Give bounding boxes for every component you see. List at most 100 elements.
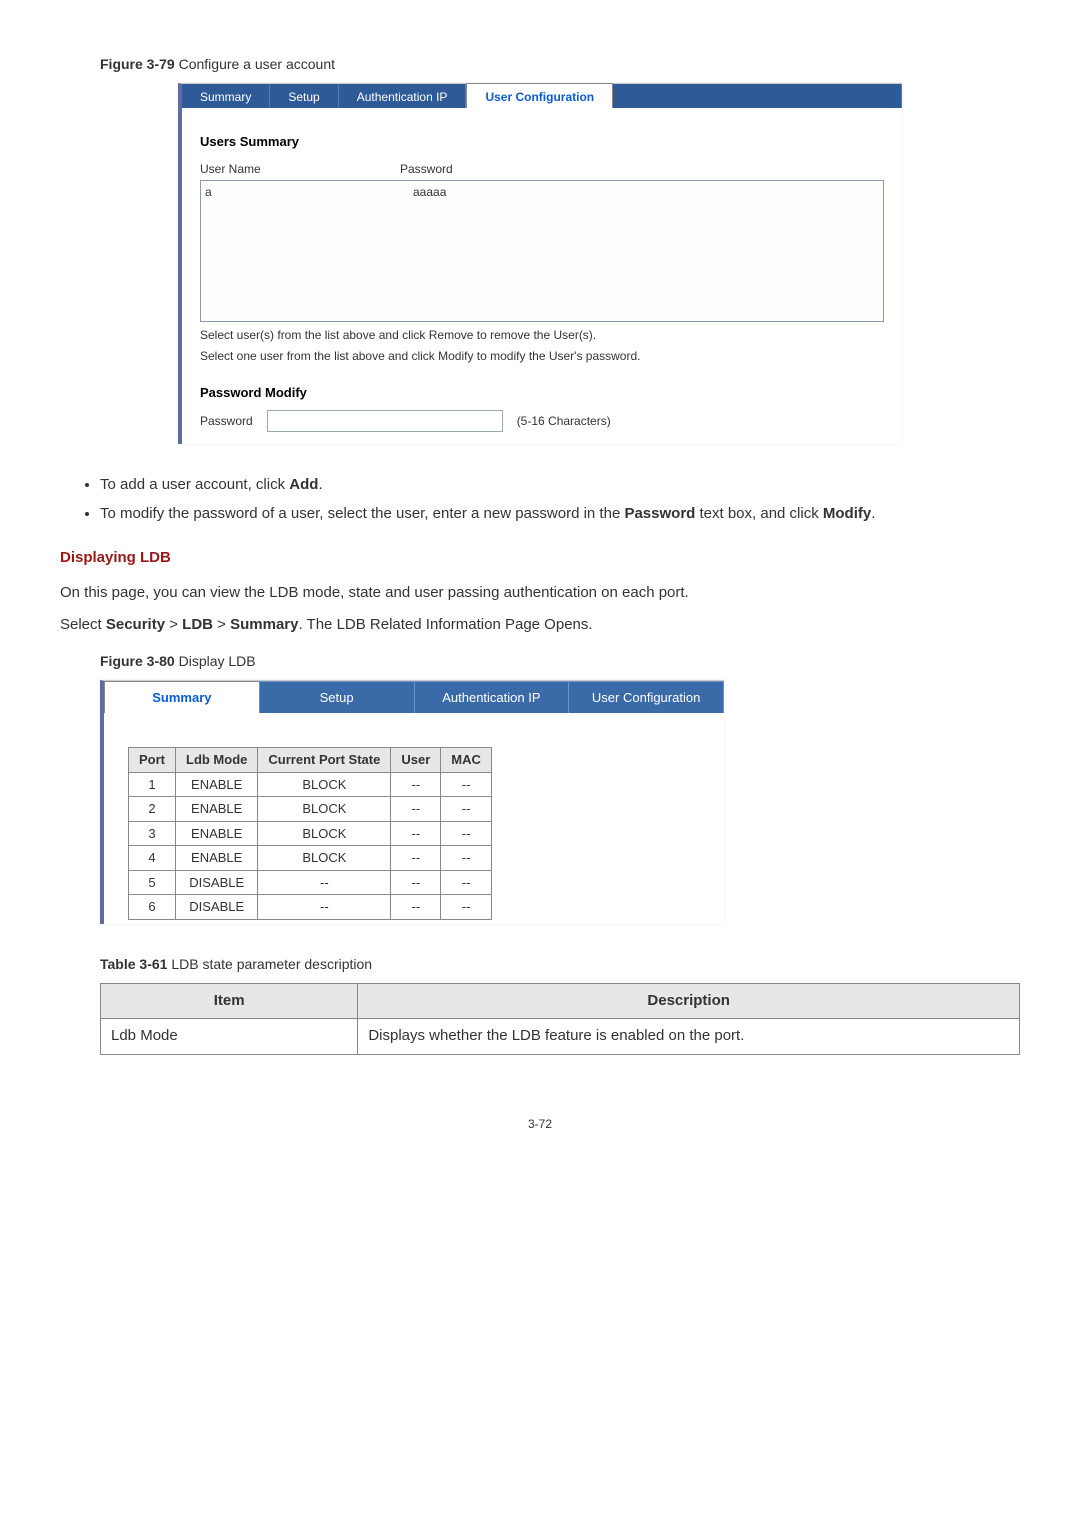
ldb-cell-user: -- xyxy=(391,821,441,846)
p2-pre: Select xyxy=(60,616,106,633)
password-input[interactable] xyxy=(267,410,503,432)
ldb-table: Port Ldb Mode Current Port State User MA… xyxy=(128,747,492,920)
tab-authentication-ip[interactable]: Authentication IP xyxy=(339,84,467,108)
b1-pre: To add a user account, click xyxy=(100,476,289,493)
ldb-cell-user: -- xyxy=(391,772,441,797)
ldb-cell-state: BLOCK xyxy=(258,821,391,846)
ldb-nav: Select Security > LDB > Summary. The LDB… xyxy=(60,614,1020,637)
figure80-label: Figure 3-80 xyxy=(100,653,175,669)
table61: Item Description Ldb Mode Displays wheth… xyxy=(100,983,1020,1055)
ldb-cell-port: 2 xyxy=(129,797,176,822)
tab-summary[interactable]: Summary xyxy=(182,84,270,108)
td-item: Ldb Mode xyxy=(101,1019,358,1055)
user-row-name[interactable]: a xyxy=(201,181,409,321)
hint-modify: Select one user from the list above and … xyxy=(200,349,884,365)
b1-post: . xyxy=(318,476,322,493)
ldb-cell-port: 4 xyxy=(129,846,176,871)
table61-row-ldb-mode: Ldb Mode Displays whether the LDB featur… xyxy=(101,1019,1020,1055)
password-label: Password xyxy=(200,412,253,430)
tab2-summary[interactable]: Summary xyxy=(104,681,260,714)
ldb-cell-mode: ENABLE xyxy=(176,797,258,822)
tabbar-filler xyxy=(613,84,902,108)
b1-bold: Add xyxy=(289,476,318,493)
ldb-cell-mac: -- xyxy=(441,797,492,822)
instruction-list: To add a user account, click Add. To mod… xyxy=(100,474,1020,525)
b2-mid: text box, and click xyxy=(695,505,823,522)
ldb-cell-mac: -- xyxy=(441,772,492,797)
table61-caption: LDB state parameter description xyxy=(171,956,372,972)
bullet-modify: To modify the password of a user, select… xyxy=(100,503,1020,526)
col-password: Password xyxy=(400,160,884,178)
ldb-cell-state: BLOCK xyxy=(258,797,391,822)
ldb-cell-user: -- xyxy=(391,797,441,822)
tab2-user-configuration[interactable]: User Configuration xyxy=(569,681,724,714)
ldb-header-row: Port Ldb Mode Current Port State User MA… xyxy=(129,748,492,773)
ldb-cell-port: 1 xyxy=(129,772,176,797)
tab2-authentication-ip[interactable]: Authentication IP xyxy=(415,681,570,714)
user-row-pass: aaaaa xyxy=(409,181,883,321)
ldb-cell-state: -- xyxy=(258,870,391,895)
ldb-cell-port: 5 xyxy=(129,870,176,895)
p2-post: . The LDB Related Information Page Opens… xyxy=(298,616,592,633)
ldb-cell-user: -- xyxy=(391,895,441,920)
td-desc: Displays whether the LDB feature is enab… xyxy=(358,1019,1020,1055)
p2-b3: Summary xyxy=(230,616,298,633)
tab-user-configuration[interactable]: User Configuration xyxy=(466,83,613,108)
page-number: 3-72 xyxy=(60,1115,1020,1133)
password-note: (5-16 Characters) xyxy=(517,412,611,430)
figure79-caption: Configure a user account xyxy=(179,56,335,72)
ldb-row: 4ENABLEBLOCK---- xyxy=(129,846,492,871)
p2-gt2: > xyxy=(213,616,230,633)
users-listbox[interactable]: a aaaaa xyxy=(200,180,884,322)
ldb-cell-user: -- xyxy=(391,870,441,895)
hint-remove: Select user(s) from the list above and c… xyxy=(200,328,884,344)
b2-bold2: Modify xyxy=(823,505,871,522)
col-user-name: User Name xyxy=(200,160,400,178)
users-summary-heading: Users Summary xyxy=(200,132,884,152)
ldb-cell-mode: ENABLE xyxy=(176,821,258,846)
b2-pre: To modify the password of a user, select… xyxy=(100,505,624,522)
ldb-cell-user: -- xyxy=(391,846,441,871)
ldb-cell-state: BLOCK xyxy=(258,772,391,797)
figure79-screenshot: Summary Setup Authentication IP User Con… xyxy=(178,83,902,444)
ldb-cell-mode: ENABLE xyxy=(176,772,258,797)
ldb-cell-mac: -- xyxy=(441,846,492,871)
th-description: Description xyxy=(358,983,1020,1019)
ldb-cell-mac: -- xyxy=(441,895,492,920)
tab2-setup[interactable]: Setup xyxy=(260,681,415,714)
tab-setup[interactable]: Setup xyxy=(270,84,338,108)
table61-label: Table 3-61 xyxy=(100,956,167,972)
ldb-cell-state: -- xyxy=(258,895,391,920)
users-table-header: User Name Password xyxy=(200,160,884,178)
password-modify-heading: Password Modify xyxy=(200,383,884,403)
h-ldb-mode: Ldb Mode xyxy=(176,748,258,773)
h-port: Port xyxy=(129,748,176,773)
b2-bold1: Password xyxy=(624,505,695,522)
figure80-title: Figure 3-80 Display LDB xyxy=(100,651,1020,672)
ldb-cell-mode: DISABLE xyxy=(176,870,258,895)
ldb-cell-port: 6 xyxy=(129,895,176,920)
figure80-screenshot: Summary Setup Authentication IP User Con… xyxy=(100,680,724,924)
section-heading-displaying-ldb: Displaying LDB xyxy=(60,547,1020,570)
figure80-tabbar: Summary Setup Authentication IP User Con… xyxy=(104,681,724,714)
figure79-tabbar: Summary Setup Authentication IP User Con… xyxy=(182,84,902,108)
h-current-port-state: Current Port State xyxy=(258,748,391,773)
ldb-row: 2ENABLEBLOCK---- xyxy=(129,797,492,822)
ldb-cell-port: 3 xyxy=(129,821,176,846)
figure79-title: Figure 3-79 Configure a user account xyxy=(100,54,1020,75)
ldb-cell-mode: ENABLE xyxy=(176,846,258,871)
ldb-row: 6DISABLE------ xyxy=(129,895,492,920)
ldb-cell-state: BLOCK xyxy=(258,846,391,871)
table61-title: Table 3-61 LDB state parameter descripti… xyxy=(100,954,1020,975)
p2-b1: Security xyxy=(106,616,165,633)
h-mac: MAC xyxy=(441,748,492,773)
p2-b2: LDB xyxy=(182,616,213,633)
ldb-row: 1ENABLEBLOCK---- xyxy=(129,772,492,797)
b2-post: . xyxy=(871,505,875,522)
table61-header-row: Item Description xyxy=(101,983,1020,1019)
bullet-add: To add a user account, click Add. xyxy=(100,474,1020,497)
p2-gt1: > xyxy=(165,616,182,633)
ldb-cell-mac: -- xyxy=(441,870,492,895)
ldb-cell-mac: -- xyxy=(441,821,492,846)
th-item: Item xyxy=(101,983,358,1019)
